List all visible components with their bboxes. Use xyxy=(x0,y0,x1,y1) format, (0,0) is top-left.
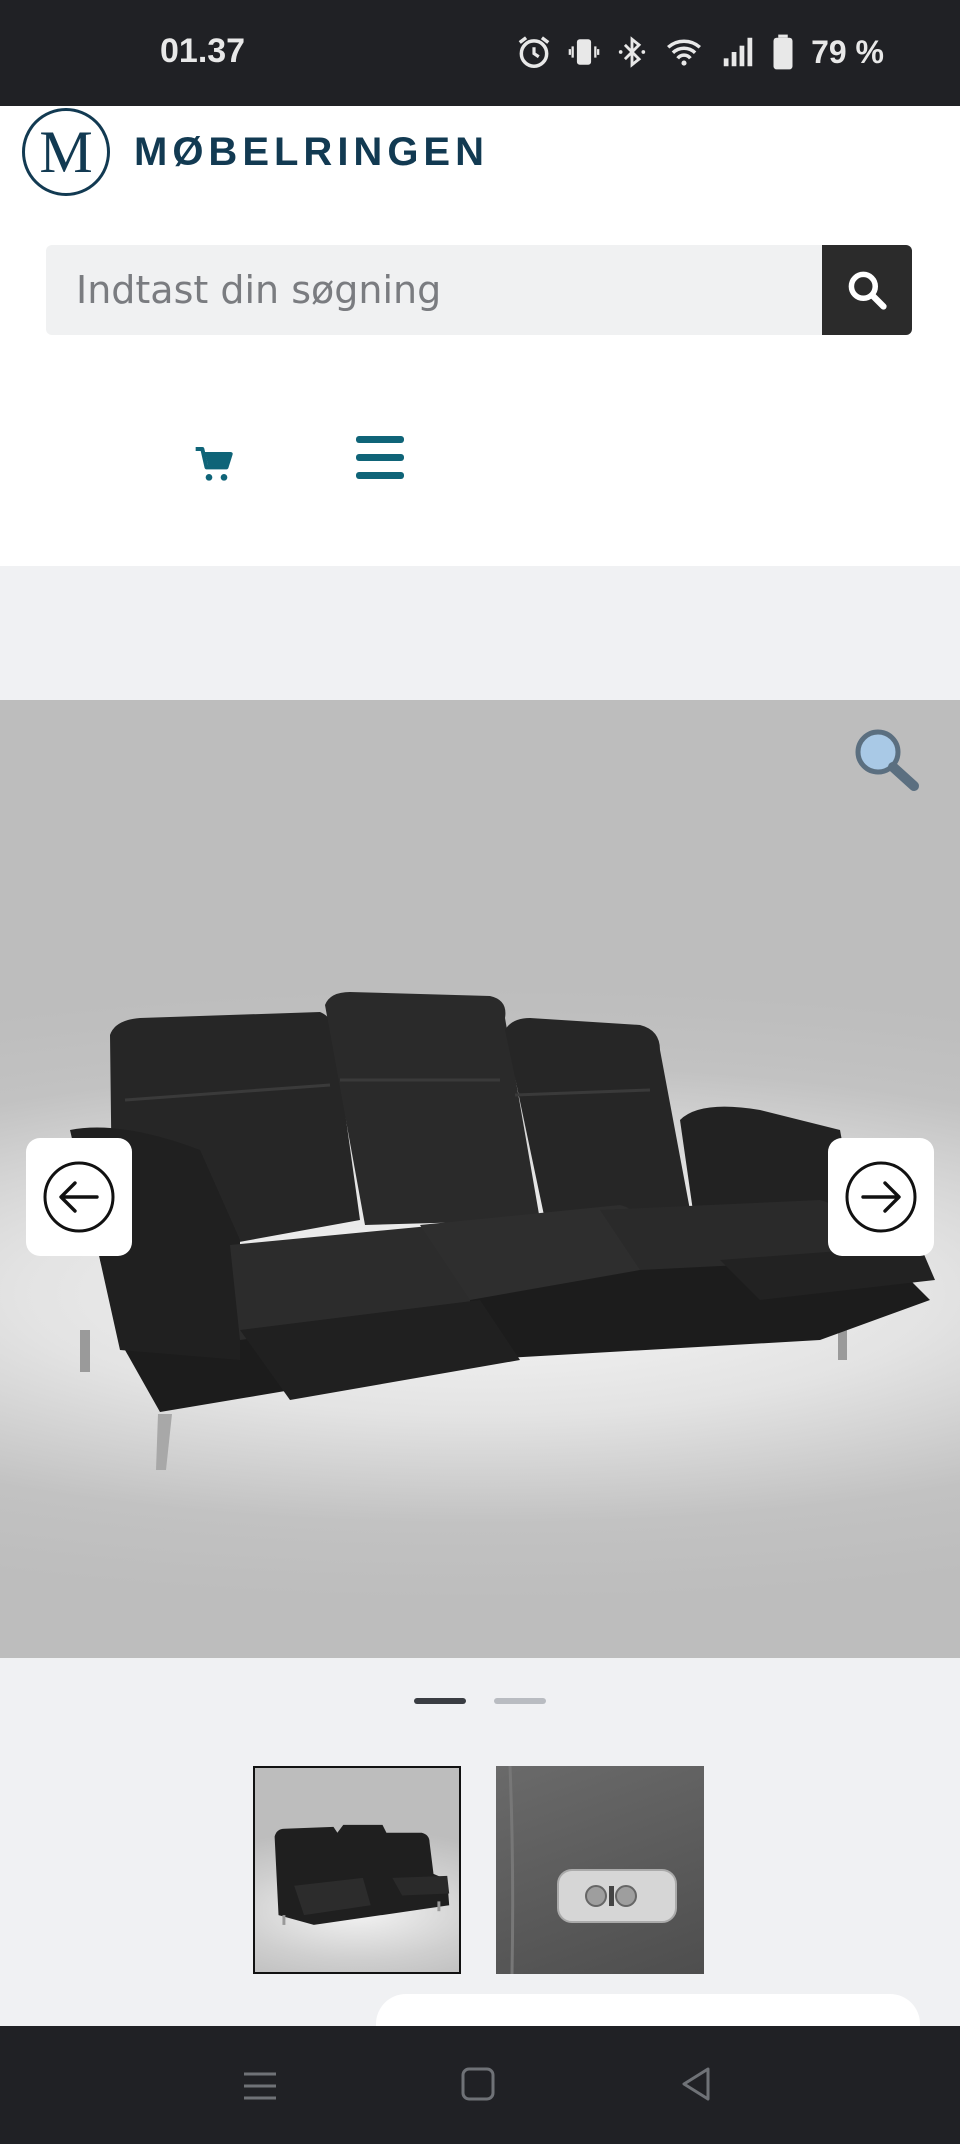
battery-icon xyxy=(773,34,793,70)
logo-wordmark: MØBELRINGEN xyxy=(134,129,489,174)
cart-button[interactable] xyxy=(194,444,234,489)
status-bar: 01.37 79 % xyxy=(0,0,960,106)
signal-icon xyxy=(723,37,753,67)
breadcrumb-band xyxy=(0,566,960,700)
menu-button[interactable] xyxy=(356,436,404,485)
gallery-prev-button[interactable] xyxy=(26,1138,132,1256)
cart-icon xyxy=(195,447,233,481)
product-image-sofa xyxy=(70,992,935,1470)
logo-mark: M xyxy=(22,108,110,196)
recliner-button-image xyxy=(508,1766,677,1974)
hamburger-menu-icon xyxy=(356,436,404,479)
search-input[interactable] xyxy=(46,245,822,335)
system-navigation-bar xyxy=(0,2026,960,2144)
zoom-button[interactable] xyxy=(850,724,922,801)
alarm-icon xyxy=(518,36,550,68)
site-header: M MØBELRINGEN xyxy=(0,106,960,566)
search-icon xyxy=(848,271,887,310)
sofa-thumbnail[interactable] xyxy=(253,1766,461,1974)
sofa-thumbnail-image xyxy=(274,1824,450,1925)
search-bar xyxy=(46,245,912,335)
back-icon[interactable] xyxy=(676,2064,716,2104)
status-icons: 79 % xyxy=(515,30,884,74)
bluetooth-icon xyxy=(618,36,646,68)
home-icon[interactable] xyxy=(458,2064,498,2104)
slide-indicator-2[interactable] xyxy=(494,1698,546,1704)
battery-percentage: 79 % xyxy=(811,33,884,70)
recliner-button-thumbnail[interactable] xyxy=(496,1766,704,1974)
wifi-icon xyxy=(667,39,702,66)
product-image-gallery[interactable] xyxy=(0,700,960,1658)
vibrate-icon xyxy=(568,39,600,65)
gallery-controls xyxy=(0,1658,960,2028)
slide-indicator-1[interactable] xyxy=(414,1698,466,1704)
arrow-left-icon xyxy=(43,1161,115,1233)
clock: 01.37 xyxy=(160,32,246,70)
gallery-next-button[interactable] xyxy=(828,1138,934,1256)
arrow-right-icon xyxy=(845,1161,917,1233)
magnifier-icon xyxy=(855,729,919,791)
search-button[interactable] xyxy=(822,245,912,335)
recent-apps-icon[interactable] xyxy=(240,2066,280,2106)
